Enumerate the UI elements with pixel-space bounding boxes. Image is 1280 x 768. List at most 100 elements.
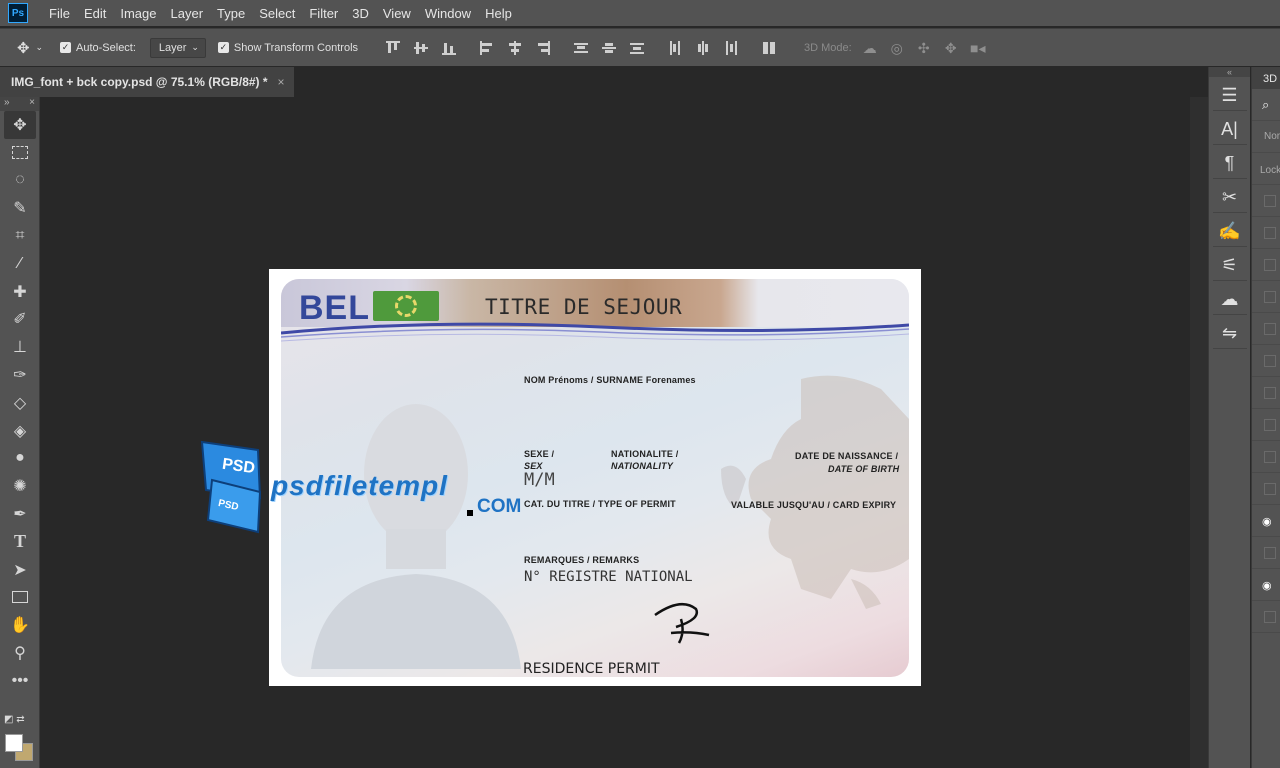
photoshop-logo[interactable]: Ps	[8, 3, 28, 23]
layer-row[interactable]	[1252, 249, 1280, 281]
3d-pan-icon[interactable]: ✣	[915, 41, 933, 55]
3d-panel-tab[interactable]: 3D	[1252, 67, 1280, 89]
layer-row[interactable]	[1252, 281, 1280, 313]
layer-row[interactable]: ◉	[1252, 505, 1280, 537]
auto-select-checkbox[interactable]: ✓	[60, 42, 71, 53]
hand-tool-icon[interactable]: ✋	[0, 611, 40, 639]
character-panel-icon[interactable]: A|	[1212, 115, 1247, 145]
permit-type-label: CAT. DU TITRE / TYPE OF PERMIT	[524, 499, 676, 509]
sex-label-fr: SEXE /	[524, 449, 555, 459]
vertical-scrollbar[interactable]	[1190, 97, 1208, 768]
3d-roll-icon[interactable]: ◎	[888, 41, 906, 55]
eraser-tool-icon[interactable]: ◇	[0, 389, 40, 417]
rectangle-tool-icon[interactable]	[0, 584, 40, 612]
menu-view[interactable]: View	[376, 6, 418, 21]
more-tools-icon[interactable]: •••	[0, 667, 40, 695]
move-tool-preset[interactable]: ✥ ⌄	[0, 39, 60, 57]
align-hcenter-icon[interactable]	[508, 40, 522, 55]
tool-presets-icon[interactable]: ✂	[1212, 183, 1247, 213]
foreground-color-swatch[interactable]	[5, 734, 23, 752]
path-select-tool-icon[interactable]: ➤	[0, 556, 40, 584]
layer-row[interactable]	[1252, 377, 1280, 409]
3d-filter-row[interactable]: Nor	[1252, 121, 1280, 153]
layer-row[interactable]	[1252, 601, 1280, 633]
layer-row[interactable]	[1252, 345, 1280, 377]
blur-tool-icon[interactable]: ●	[0, 445, 40, 473]
marquee-tool-icon[interactable]	[0, 139, 40, 167]
menu-3d[interactable]: 3D	[345, 6, 376, 21]
collapse-panels-icon[interactable]: «	[1209, 67, 1250, 77]
menu-help[interactable]: Help	[478, 6, 519, 21]
3d-scale-icon[interactable]: ■◂	[969, 41, 987, 55]
menu-edit[interactable]: Edit	[77, 6, 113, 21]
distribute-right-icon[interactable]	[724, 40, 738, 55]
3d-mode-label: 3D Mode:	[804, 41, 852, 54]
close-icon[interactable]: ×	[29, 97, 35, 111]
distribute-top-icon[interactable]	[574, 41, 589, 55]
dob-label-fr: DATE DE NAISSANCE /	[795, 451, 899, 461]
auto-select-label: Auto-Select:	[76, 41, 136, 54]
paragraph-panel-icon[interactable]: ¶	[1212, 149, 1247, 179]
properties-panel-icon[interactable]: ☰	[1212, 81, 1247, 111]
menu-type[interactable]: Type	[210, 6, 252, 21]
distribute-bottom-icon[interactable]	[630, 41, 645, 55]
auto-align-icon[interactable]	[762, 41, 776, 55]
align-bottom-icon[interactable]	[442, 41, 457, 55]
menu-window[interactable]: Window	[418, 6, 478, 21]
chevron-down-icon: ⌄	[191, 42, 199, 52]
swap-colors-icon[interactable]: ◩ ⇄	[4, 714, 25, 725]
dob-label-en: DATE OF BIRTH	[828, 464, 900, 474]
healing-brush-tool-icon[interactable]: ✚	[0, 278, 40, 306]
layer-comps-icon[interactable]: ⇋	[1212, 319, 1247, 349]
layer-dropdown[interactable]: Layer ⌄	[149, 37, 206, 58]
quick-select-tool-icon[interactable]: ✎	[0, 194, 40, 222]
layer-row[interactable]	[1252, 537, 1280, 569]
close-icon[interactable]: ×	[278, 75, 285, 89]
type-tool-icon[interactable]: T	[0, 528, 40, 556]
adjustments-icon[interactable]: ⚟	[1212, 251, 1247, 281]
distribute-left-icon[interactable]	[668, 40, 682, 55]
align-left-icon[interactable]	[480, 40, 494, 55]
crop-tool-icon[interactable]: ⌗	[0, 222, 40, 250]
layer-row[interactable]: ◉	[1252, 569, 1280, 601]
menu-file[interactable]: File	[42, 6, 77, 21]
brush-tool-icon[interactable]: ✐	[0, 306, 40, 334]
layer-row[interactable]	[1252, 185, 1280, 217]
align-right-icon[interactable]	[536, 40, 551, 55]
menu-layer[interactable]: Layer	[164, 6, 211, 21]
layer-row[interactable]	[1252, 473, 1280, 505]
nationality-label-en: NATIONALITY	[611, 461, 674, 471]
lasso-tool-icon[interactable]: ◌	[0, 167, 40, 195]
eye-icon[interactable]: ◉	[1262, 579, 1272, 592]
3d-slide-icon[interactable]: ✥	[942, 41, 960, 55]
paint-bucket-tool-icon[interactable]: ◈	[0, 417, 40, 445]
brush-presets-icon[interactable]: ✍	[1212, 217, 1247, 247]
layer-row[interactable]	[1252, 313, 1280, 345]
clone-stamp-tool-icon[interactable]: ⊥	[0, 333, 40, 361]
distribute-hcenter-icon[interactable]	[696, 40, 710, 55]
history-brush-tool-icon[interactable]: ✑	[0, 361, 40, 389]
document-tab[interactable]: IMG_font + bck copy.psd @ 75.1% (RGB/8#)…	[0, 67, 294, 97]
pen-tool-icon[interactable]: ✒	[0, 500, 40, 528]
menu-filter[interactable]: Filter	[302, 6, 345, 21]
layer-row[interactable]	[1252, 409, 1280, 441]
layer-row[interactable]	[1252, 441, 1280, 473]
collapse-icon[interactable]: »	[4, 97, 10, 111]
show-transform-label: Show Transform Controls	[233, 41, 359, 54]
distribute-vcenter-icon[interactable]	[602, 41, 617, 55]
align-top-icon[interactable]	[386, 40, 401, 55]
eyedropper-tool-icon[interactable]: ⁄	[0, 250, 40, 278]
layer-row[interactable]	[1252, 217, 1280, 249]
3d-search-row[interactable]: ⌕	[1252, 89, 1280, 121]
zoom-tool-icon[interactable]: ⚲	[0, 639, 40, 667]
filter-dropdown[interactable]: Nor	[1264, 131, 1280, 142]
move-tool-icon[interactable]: ✥	[4, 111, 36, 139]
sponge-tool-icon[interactable]: ✺	[0, 472, 40, 500]
menu-image[interactable]: Image	[113, 6, 163, 21]
3d-orbit-icon[interactable]: ☁	[861, 41, 879, 55]
creative-cloud-icon[interactable]: ☁	[1212, 285, 1247, 315]
menu-select[interactable]: Select	[252, 6, 302, 21]
align-vcenter-icon[interactable]	[414, 41, 429, 55]
show-transform-checkbox[interactable]: ✓	[217, 42, 229, 53]
eye-icon[interactable]: ◉	[1262, 515, 1272, 528]
